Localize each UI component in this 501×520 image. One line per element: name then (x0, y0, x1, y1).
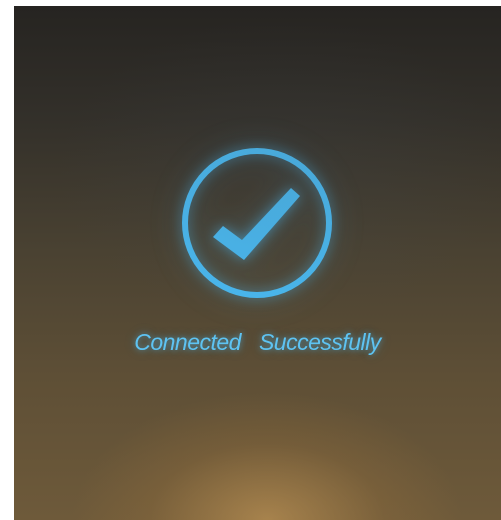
status-word-successfully: Successfully (258, 329, 381, 355)
status-message: Connected Successfully (14, 329, 501, 356)
connection-status-screen: Connected Successfully (14, 6, 501, 520)
checkmark-circle-icon (182, 148, 332, 298)
success-ring (182, 148, 332, 298)
check-mark (213, 188, 300, 260)
status-word-connected: Connected (134, 329, 241, 355)
screen-frame: Connected Successfully (0, 0, 501, 520)
